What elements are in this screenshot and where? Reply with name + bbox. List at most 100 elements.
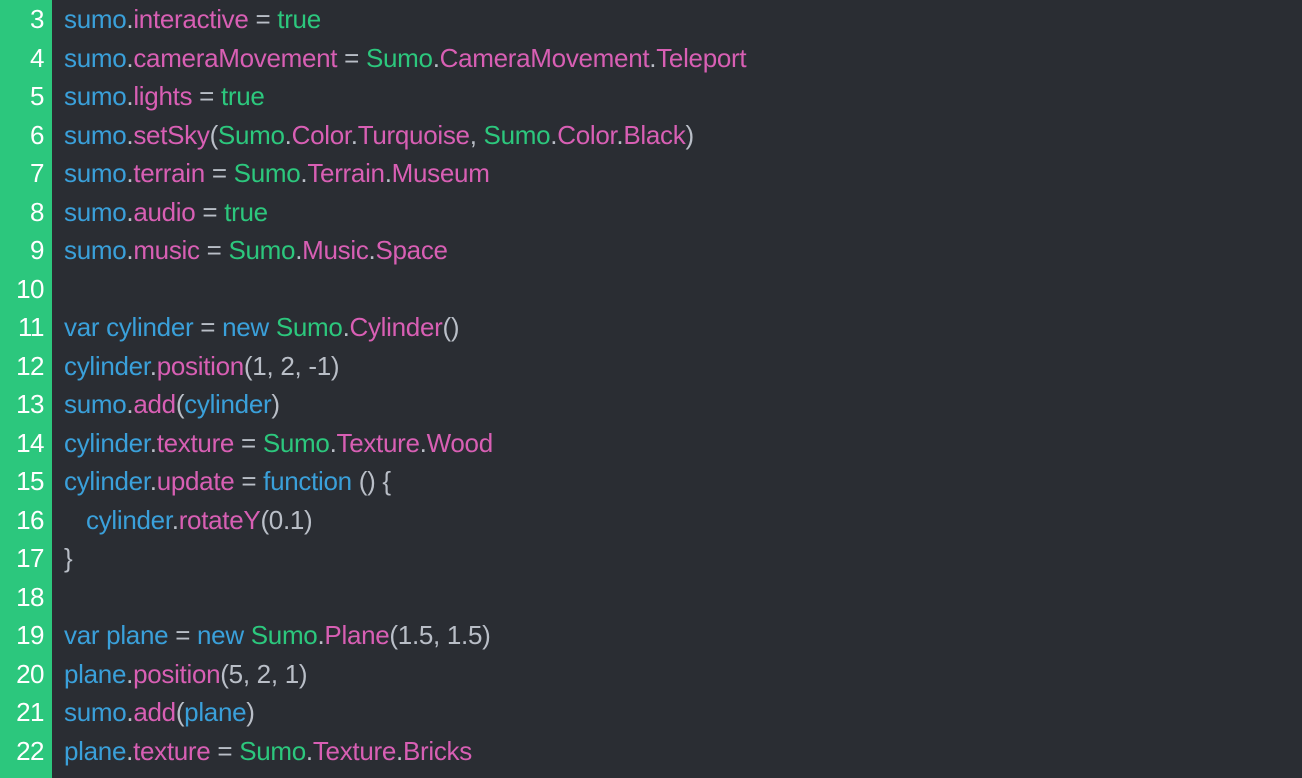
code-line[interactable]: sumo.interactive = true	[64, 0, 1302, 39]
line-number: 3	[0, 0, 52, 39]
token-dot: .	[285, 120, 292, 150]
token-prop: Music	[302, 235, 368, 265]
token-obj: sumo	[64, 158, 126, 188]
token-prop: Cylinder	[350, 312, 443, 342]
token-obj: cylinder	[184, 389, 271, 419]
token-obj: sumo	[64, 197, 126, 227]
line-number: 22	[0, 732, 52, 771]
line-number: 4	[0, 39, 52, 78]
code-line[interactable]: cylinder.position(1, 2, -1)	[64, 347, 1302, 386]
token-prop: music	[133, 235, 199, 265]
token-prop: texture	[157, 428, 234, 458]
code-line[interactable]: cylinder.rotateY(0.1)	[64, 501, 1302, 540]
token-prop: terrain	[133, 158, 205, 188]
token-punc: (	[176, 389, 184, 419]
token-obj: plane	[106, 620, 168, 650]
token-punc: ()	[442, 312, 459, 342]
code-area[interactable]: sumo.interactive = truesumo.cameraMoveme…	[52, 0, 1302, 778]
code-line[interactable]: plane.position(5, 2, 1)	[64, 655, 1302, 694]
code-line[interactable]: cylinder.texture = Sumo.Texture.Wood	[64, 424, 1302, 463]
token-punc: ,	[266, 351, 280, 381]
token-class: Sumo	[228, 235, 295, 265]
token-prop: Texture	[313, 736, 396, 766]
token-prop: Wood	[427, 428, 493, 458]
token-obj: sumo	[64, 389, 126, 419]
code-line[interactable]: cylinder.update = function () {	[64, 462, 1302, 501]
token-punc: ,	[470, 120, 484, 150]
code-line[interactable]: var cylinder = new Sumo.Cylinder()	[64, 308, 1302, 347]
line-number: 21	[0, 693, 52, 732]
token-bool: true	[224, 197, 268, 227]
token-prop: Plane	[324, 620, 389, 650]
token-prop: update	[157, 466, 235, 496]
token-prop: audio	[133, 197, 195, 227]
token-dot: .	[330, 428, 337, 458]
token-dot: .	[351, 120, 358, 150]
token-punc: )	[331, 351, 339, 381]
token-num: 1	[285, 659, 299, 689]
token-prop: Color	[292, 120, 351, 150]
code-line[interactable]	[64, 578, 1302, 617]
code-line[interactable]: sumo.setSky(Sumo.Color.Turquoise, Sumo.C…	[64, 116, 1302, 155]
token-num: 1.5	[398, 620, 433, 650]
token-op: =	[205, 158, 234, 188]
token-dot: .	[306, 736, 313, 766]
token-prop: Black	[623, 120, 685, 150]
token-prop: Bricks	[403, 736, 472, 766]
code-line[interactable]: }	[64, 539, 1302, 578]
line-number: 13	[0, 385, 52, 424]
token-punc: )	[299, 659, 307, 689]
code-line[interactable]: sumo.lights = true	[64, 77, 1302, 116]
token-obj: sumo	[64, 235, 126, 265]
token-num: 5	[229, 659, 243, 689]
token-punc: )	[271, 389, 279, 419]
token-prop: add	[133, 389, 175, 419]
code-line[interactable]: sumo.add(plane)	[64, 693, 1302, 732]
token-punc: ,	[433, 620, 447, 650]
token-bool: true	[277, 4, 321, 34]
token-obj: cylinder	[64, 351, 150, 381]
line-number: 14	[0, 424, 52, 463]
token-kw: function	[263, 466, 359, 496]
token-num: 1.5	[447, 620, 482, 650]
token-prop: Museum	[392, 158, 490, 188]
token-dot: .	[150, 466, 157, 496]
code-line[interactable]: sumo.add(cylinder)	[64, 385, 1302, 424]
line-number: 12	[0, 347, 52, 386]
token-obj: cylinder	[64, 466, 150, 496]
line-number: 20	[0, 655, 52, 694]
token-dot: .	[385, 158, 392, 188]
line-number: 6	[0, 116, 52, 155]
line-number: 18	[0, 578, 52, 617]
token-dot: .	[150, 428, 157, 458]
code-line[interactable]	[64, 270, 1302, 309]
token-punc: (	[260, 505, 268, 535]
line-number: 15	[0, 462, 52, 501]
token-punc: ,	[243, 659, 257, 689]
token-obj: plane	[64, 736, 126, 766]
code-line[interactable]: sumo.audio = true	[64, 193, 1302, 232]
line-number: 11	[0, 308, 52, 347]
line-number-gutter: 345678910111213141516171819202122	[0, 0, 52, 778]
code-line[interactable]: var plane = new Sumo.Plane(1.5, 1.5)	[64, 616, 1302, 655]
token-prop: Texture	[337, 428, 420, 458]
token-class: Sumo	[234, 158, 301, 188]
token-dot: .	[420, 428, 427, 458]
code-line[interactable]: sumo.music = Sumo.Music.Space	[64, 231, 1302, 270]
code-line[interactable]: sumo.cameraMovement = Sumo.CameraMovemen…	[64, 39, 1302, 78]
token-prop: rotateY	[179, 505, 261, 535]
token-obj: plane	[64, 659, 126, 689]
token-class: Sumo	[251, 620, 318, 650]
code-line[interactable]: sumo.terrain = Sumo.Terrain.Museum	[64, 154, 1302, 193]
token-num: -1	[308, 351, 331, 381]
token-prop: Teleport	[656, 43, 746, 73]
token-op: =	[192, 81, 221, 111]
token-dot: .	[172, 505, 179, 535]
token-dot: .	[150, 351, 157, 381]
line-number: 17	[0, 539, 52, 578]
token-kw: var	[64, 312, 106, 342]
code-editor[interactable]: 345678910111213141516171819202122 sumo.i…	[0, 0, 1302, 778]
token-op: =	[234, 428, 263, 458]
line-number: 19	[0, 616, 52, 655]
code-line[interactable]: plane.texture = Sumo.Texture.Bricks	[64, 732, 1302, 771]
